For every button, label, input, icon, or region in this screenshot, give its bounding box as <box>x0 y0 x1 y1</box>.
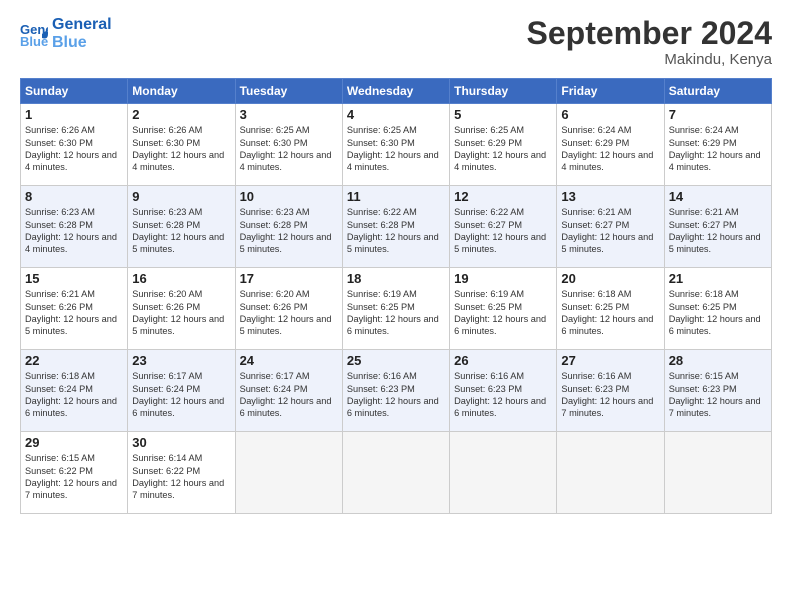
calendar-cell: 27Sunrise: 6:16 AMSunset: 6:23 PMDayligh… <box>557 350 664 432</box>
calendar-cell: 10Sunrise: 6:23 AMSunset: 6:28 PMDayligh… <box>235 186 342 268</box>
calendar-cell <box>557 432 664 514</box>
calendar-table: Sunday Monday Tuesday Wednesday Thursday… <box>20 78 772 514</box>
logo-line2: Blue <box>52 34 112 52</box>
col-saturday: Saturday <box>664 79 771 104</box>
calendar-cell: 5Sunrise: 6:25 AMSunset: 6:29 PMDaylight… <box>450 104 557 186</box>
calendar-cell: 22Sunrise: 6:18 AMSunset: 6:24 PMDayligh… <box>21 350 128 432</box>
calendar-cell: 30Sunrise: 6:14 AMSunset: 6:22 PMDayligh… <box>128 432 235 514</box>
header: General Blue General Blue September 2024… <box>20 16 772 68</box>
calendar-cell: 16Sunrise: 6:20 AMSunset: 6:26 PMDayligh… <box>128 268 235 350</box>
calendar-cell: 25Sunrise: 6:16 AMSunset: 6:23 PMDayligh… <box>342 350 449 432</box>
calendar-cell: 17Sunrise: 6:20 AMSunset: 6:26 PMDayligh… <box>235 268 342 350</box>
calendar-cell: 14Sunrise: 6:21 AMSunset: 6:27 PMDayligh… <box>664 186 771 268</box>
calendar-week-3: 15Sunrise: 6:21 AMSunset: 6:26 PMDayligh… <box>21 268 772 350</box>
calendar-week-4: 22Sunrise: 6:18 AMSunset: 6:24 PMDayligh… <box>21 350 772 432</box>
calendar-week-5: 29Sunrise: 6:15 AMSunset: 6:22 PMDayligh… <box>21 432 772 514</box>
calendar-cell: 28Sunrise: 6:15 AMSunset: 6:23 PMDayligh… <box>664 350 771 432</box>
calendar-cell: 18Sunrise: 6:19 AMSunset: 6:25 PMDayligh… <box>342 268 449 350</box>
col-monday: Monday <box>128 79 235 104</box>
logo: General Blue General Blue <box>20 16 112 53</box>
calendar-cell <box>664 432 771 514</box>
calendar-cell: 19Sunrise: 6:19 AMSunset: 6:25 PMDayligh… <box>450 268 557 350</box>
calendar-cell: 29Sunrise: 6:15 AMSunset: 6:22 PMDayligh… <box>21 432 128 514</box>
calendar-cell: 24Sunrise: 6:17 AMSunset: 6:24 PMDayligh… <box>235 350 342 432</box>
calendar-cell: 23Sunrise: 6:17 AMSunset: 6:24 PMDayligh… <box>128 350 235 432</box>
calendar-cell: 13Sunrise: 6:21 AMSunset: 6:27 PMDayligh… <box>557 186 664 268</box>
month-title: September 2024 <box>527 16 772 51</box>
calendar-cell <box>450 432 557 514</box>
calendar-cell: 20Sunrise: 6:18 AMSunset: 6:25 PMDayligh… <box>557 268 664 350</box>
col-thursday: Thursday <box>450 79 557 104</box>
calendar-week-1: 1Sunrise: 6:26 AMSunset: 6:30 PMDaylight… <box>21 104 772 186</box>
location: Makindu, Kenya <box>527 51 772 68</box>
calendar-cell <box>342 432 449 514</box>
calendar-week-2: 8Sunrise: 6:23 AMSunset: 6:28 PMDaylight… <box>21 186 772 268</box>
calendar-cell: 1Sunrise: 6:26 AMSunset: 6:30 PMDaylight… <box>21 104 128 186</box>
calendar-cell: 21Sunrise: 6:18 AMSunset: 6:25 PMDayligh… <box>664 268 771 350</box>
calendar-cell: 9Sunrise: 6:23 AMSunset: 6:28 PMDaylight… <box>128 186 235 268</box>
calendar-cell: 2Sunrise: 6:26 AMSunset: 6:30 PMDaylight… <box>128 104 235 186</box>
calendar-cell: 11Sunrise: 6:22 AMSunset: 6:28 PMDayligh… <box>342 186 449 268</box>
calendar-cell: 12Sunrise: 6:22 AMSunset: 6:27 PMDayligh… <box>450 186 557 268</box>
calendar-cell: 6Sunrise: 6:24 AMSunset: 6:29 PMDaylight… <box>557 104 664 186</box>
col-sunday: Sunday <box>21 79 128 104</box>
calendar-cell: 15Sunrise: 6:21 AMSunset: 6:26 PMDayligh… <box>21 268 128 350</box>
calendar-cell <box>235 432 342 514</box>
calendar-cell: 26Sunrise: 6:16 AMSunset: 6:23 PMDayligh… <box>450 350 557 432</box>
header-row: Sunday Monday Tuesday Wednesday Thursday… <box>21 79 772 104</box>
title-block: September 2024 Makindu, Kenya <box>527 16 772 68</box>
calendar-cell: 7Sunrise: 6:24 AMSunset: 6:29 PMDaylight… <box>664 104 771 186</box>
page: General Blue General Blue September 2024… <box>0 0 792 612</box>
col-tuesday: Tuesday <box>235 79 342 104</box>
col-friday: Friday <box>557 79 664 104</box>
calendar-cell: 3Sunrise: 6:25 AMSunset: 6:30 PMDaylight… <box>235 104 342 186</box>
calendar-cell: 4Sunrise: 6:25 AMSunset: 6:30 PMDaylight… <box>342 104 449 186</box>
logo-icon: General Blue <box>20 20 48 48</box>
logo-line1: General <box>52 16 112 34</box>
col-wednesday: Wednesday <box>342 79 449 104</box>
calendar-cell: 8Sunrise: 6:23 AMSunset: 6:28 PMDaylight… <box>21 186 128 268</box>
svg-text:Blue: Blue <box>20 34 48 48</box>
